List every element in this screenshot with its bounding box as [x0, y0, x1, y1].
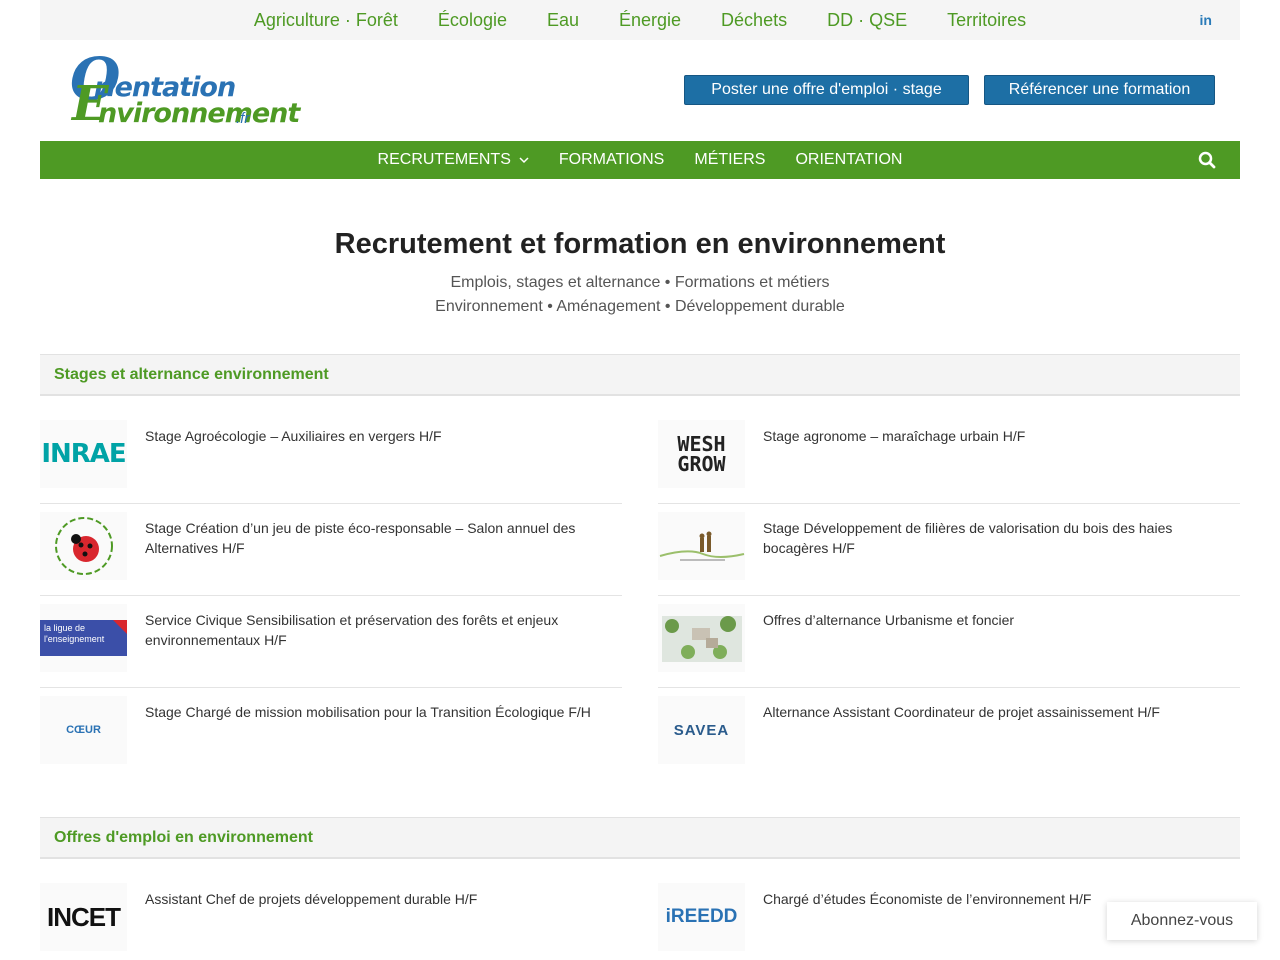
list-item[interactable]: INRAE Stage Agroécologie – Auxiliaires e… [40, 412, 622, 504]
hero: Recrutement et formation en environnemen… [40, 228, 1240, 319]
reference-training-button[interactable]: Référencer une formation [984, 75, 1215, 105]
list-item[interactable]: CŒUR Stage Chargé de mission mobilisatio… [40, 688, 622, 780]
logo-tld: .fr [236, 110, 250, 127]
jobs-list: INCET Assistant Chef de projets développ… [40, 875, 1240, 960]
linkedin-icon[interactable]: in [1200, 12, 1212, 28]
search-icon[interactable] [1198, 151, 1216, 169]
topic-link-dechets[interactable]: Déchets [721, 10, 787, 31]
listing-title[interactable]: Assistant Chef de projets développement … [145, 889, 618, 909]
listing-title[interactable]: Stage Chargé de mission mobilisation pou… [145, 702, 618, 722]
top-bar: Agriculture · Forêt Écologie Eau Énergie… [40, 0, 1240, 40]
listing-title[interactable]: Alternance Assistant Coordinateur de pro… [763, 702, 1236, 722]
hero-subtitle-2: Environnement • Aménagement • Développem… [435, 298, 845, 315]
listing-title[interactable]: Service Civique Sensibilisation et prése… [145, 610, 618, 650]
hero-subtitle-1: Emplois, stages et alternance • Formatio… [450, 274, 830, 291]
listing-title[interactable]: Stage agronome – maraîchage urbain H/F [763, 426, 1236, 446]
listing-title[interactable]: Stage Agroécologie – Auxiliaires en verg… [145, 426, 618, 446]
topic-link-ecologie[interactable]: Écologie [438, 10, 507, 31]
section-header-emplois: Offres d'emploi en environnement [40, 817, 1240, 859]
list-item[interactable]: WESH GROW Stage agronome – maraîchage ur… [658, 412, 1240, 504]
section-header-stages: Stages et alternance environnement [40, 354, 1240, 396]
topic-link-agriculture[interactable]: Agriculture · Forêt [254, 10, 398, 31]
site-logo[interactable]: O rientation E nvironnement .fr [70, 48, 300, 132]
topic-link-territoires[interactable]: Territoires [947, 10, 1026, 31]
nav-item-orientation[interactable]: ORIENTATION [795, 151, 902, 169]
list-item[interactable]: Stage Développement de filières de valor… [658, 504, 1240, 596]
topic-link-energie[interactable]: Énergie [619, 10, 681, 31]
section-title[interactable]: Stages et alternance environnement [54, 366, 329, 384]
logo-word-environnement: nvironnement [98, 98, 300, 129]
stages-list: INRAE Stage Agroécologie – Auxiliaires e… [40, 412, 1240, 780]
chevron-down-icon [519, 157, 529, 164]
topic-link-eau[interactable]: Eau [547, 10, 579, 31]
subscribe-button[interactable]: Abonnez-vous [1107, 902, 1257, 940]
list-item[interactable]: Offres d’alternance Urbanisme et foncier [658, 596, 1240, 688]
site-header: O rientation E nvironnement .fr Poster u… [40, 40, 1240, 141]
company-logo-savea: SAVEA [658, 696, 745, 764]
topic-link-dd-qse[interactable]: DD · QSE [827, 10, 907, 31]
nav-item-label: RECRUTEMENTS [377, 151, 511, 168]
city-aerial-image-icon [658, 604, 745, 672]
list-item[interactable]: Stage Création d’un jeu de piste éco-res… [40, 504, 622, 596]
main-nav: RECRUTEMENTS FORMATIONS MÉTIERS ORIENTAT… [40, 141, 1240, 179]
nav-item-metiers[interactable]: MÉTIERS [694, 151, 765, 169]
page-title: Recrutement et formation en environnemen… [334, 228, 946, 260]
section-title[interactable]: Offres d'emploi en environnement [54, 829, 313, 847]
farmers-logo-icon [658, 512, 745, 580]
company-logo-coeur: CŒUR [40, 696, 127, 764]
company-logo-ireedd: iREEDD [658, 883, 745, 951]
list-item[interactable]: la ligue de l'enseignement Service Civiq… [40, 596, 622, 688]
topic-nav: Agriculture · Forêt Écologie Eau Énergie… [40, 0, 1240, 40]
nav-item-formations[interactable]: FORMATIONS [559, 151, 664, 169]
company-logo-inrae: INRAE [40, 420, 127, 488]
nav-item-recrutements[interactable]: RECRUTEMENTS [378, 151, 529, 169]
list-item[interactable]: SAVEA Alternance Assistant Coordinateur … [658, 688, 1240, 780]
listing-title[interactable]: Offres d’alternance Urbanisme et foncier [763, 610, 1236, 630]
post-job-button[interactable]: Poster une offre d'emploi · stage [684, 75, 969, 105]
company-logo-incet: INCET [40, 883, 127, 951]
company-logo-ligue: la ligue de l'enseignement [40, 604, 127, 672]
company-logo-weshgrow: WESH GROW [658, 420, 745, 488]
list-item[interactable]: INCET Assistant Chef de projets développ… [40, 875, 622, 960]
ladybug-logo-icon [40, 512, 127, 580]
listing-title[interactable]: Stage Création d’un jeu de piste éco-res… [145, 518, 618, 558]
listing-title[interactable]: Stage Développement de filières de valor… [763, 518, 1236, 558]
